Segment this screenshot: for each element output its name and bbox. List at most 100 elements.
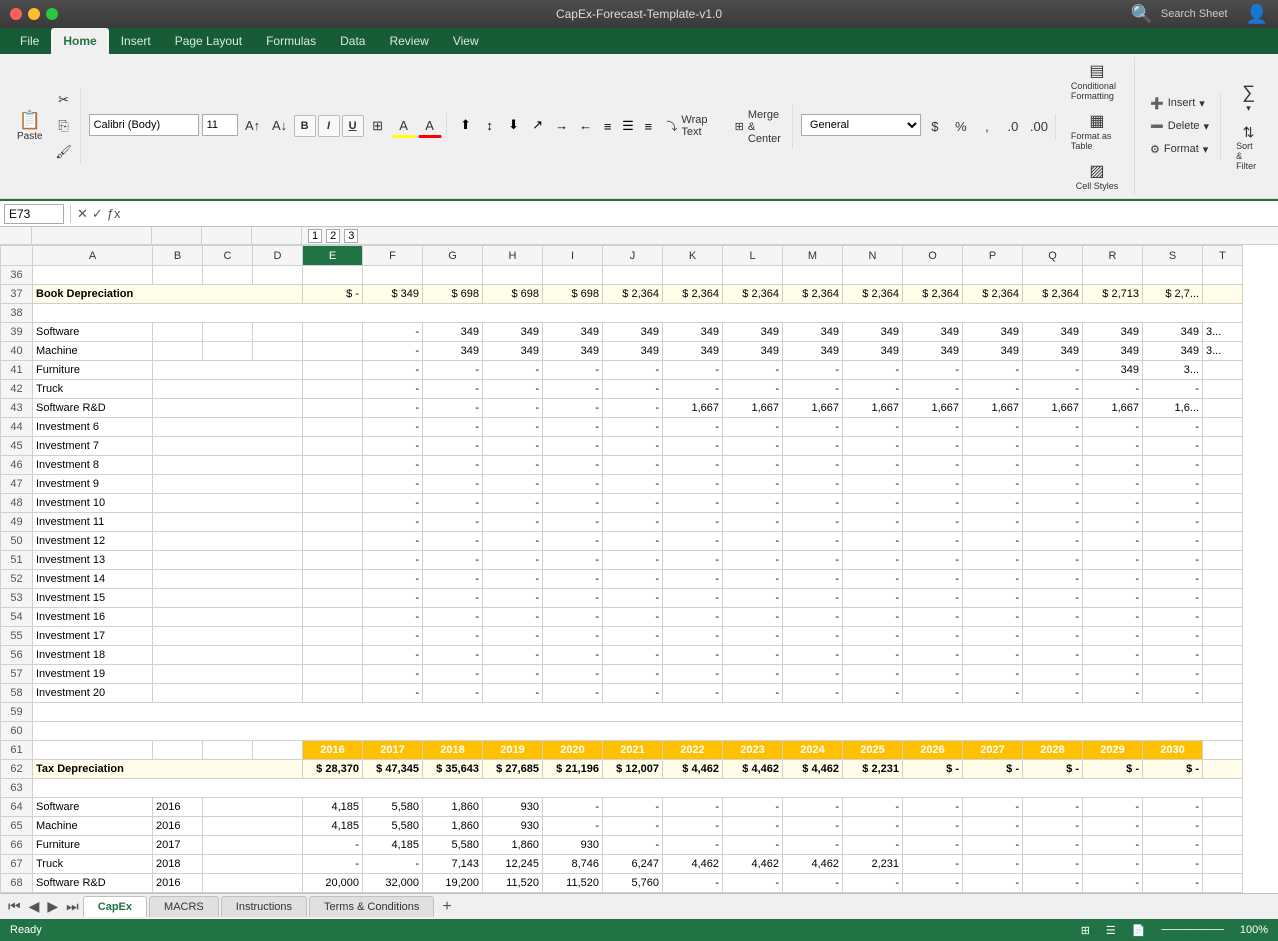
col-header-D[interactable]: D: [253, 246, 303, 266]
cell-L37[interactable]: $ 2,364: [723, 285, 783, 304]
cell-P65[interactable]: -: [963, 817, 1023, 836]
cell-A64[interactable]: Software: [33, 798, 153, 817]
cell-Q41[interactable]: -: [1023, 361, 1083, 380]
cell-I64[interactable]: -: [543, 798, 603, 817]
wrap-text-button[interactable]: ⤵ Wrap Text: [659, 110, 725, 142]
conditional-formatting-button[interactable]: ▤ Conditional Formatting: [1064, 57, 1130, 105]
cell-M40[interactable]: 349: [783, 342, 843, 361]
cell-E42[interactable]: [303, 380, 363, 399]
cell-S37[interactable]: $ 2,7...: [1143, 285, 1203, 304]
cell-P66[interactable]: -: [963, 836, 1023, 855]
cell-CD67[interactable]: [203, 855, 303, 874]
cell-N42[interactable]: -: [843, 380, 903, 399]
col-header-S[interactable]: S: [1143, 246, 1203, 266]
cell-T62[interactable]: [1203, 760, 1243, 779]
view-page-icon[interactable]: ☰: [1106, 924, 1116, 937]
cell-N65[interactable]: -: [843, 817, 903, 836]
formula-input[interactable]: [125, 206, 1274, 222]
cell-O62[interactable]: $ -: [903, 760, 963, 779]
col-header-O[interactable]: O: [903, 246, 963, 266]
cell-L65[interactable]: -: [723, 817, 783, 836]
cell-A56[interactable]: Investment 18: [33, 646, 153, 665]
cell-E68[interactable]: 20,000: [303, 874, 363, 893]
cell-I42[interactable]: -: [543, 380, 603, 399]
cell-I36[interactable]: [543, 266, 603, 285]
cell-Q66[interactable]: -: [1023, 836, 1083, 855]
cell-I43[interactable]: -: [543, 399, 603, 418]
cell-R68[interactable]: -: [1083, 874, 1143, 893]
cell-A39[interactable]: Software: [33, 323, 153, 342]
cell-R42[interactable]: -: [1083, 380, 1143, 399]
col-header-Q[interactable]: Q: [1023, 246, 1083, 266]
cell-T43[interactable]: [1203, 399, 1243, 418]
cell-Q67[interactable]: -: [1023, 855, 1083, 874]
cell-Q61[interactable]: 2028: [1023, 741, 1083, 760]
number-format-select[interactable]: General: [801, 114, 921, 136]
cell-G61[interactable]: 2018: [423, 741, 483, 760]
cell-N36[interactable]: [843, 266, 903, 285]
cell-J37[interactable]: $ 2,364: [603, 285, 663, 304]
cell-A50[interactable]: Investment 12: [33, 532, 153, 551]
cell-A53[interactable]: Investment 15: [33, 589, 153, 608]
cell-H39[interactable]: 349: [483, 323, 543, 342]
cell-F43[interactable]: -: [363, 399, 423, 418]
cell-N40[interactable]: 349: [843, 342, 903, 361]
cell-G39[interactable]: 349: [423, 323, 483, 342]
cell-Q62[interactable]: $ -: [1023, 760, 1083, 779]
cell-O68[interactable]: -: [903, 874, 963, 893]
cell-R39[interactable]: 349: [1083, 323, 1143, 342]
cell-H37[interactable]: $ 698: [483, 285, 543, 304]
view-layout-icon[interactable]: 📄: [1132, 924, 1146, 937]
cell-B39[interactable]: [153, 323, 203, 342]
sheet-tab-capex[interactable]: CapEx: [83, 896, 147, 917]
cell-J42[interactable]: -: [603, 380, 663, 399]
align-right-button[interactable]: ≡: [639, 115, 657, 137]
maximize-button[interactable]: [46, 8, 58, 20]
cell-A43[interactable]: Software R&D: [33, 399, 153, 418]
cell-B61[interactable]: [153, 741, 203, 760]
cell-G37[interactable]: $ 698: [423, 285, 483, 304]
cell-P43[interactable]: 1,667: [963, 399, 1023, 418]
cell-Q42[interactable]: -: [1023, 380, 1083, 399]
cell-P64[interactable]: -: [963, 798, 1023, 817]
cell-S61[interactable]: 2030: [1143, 741, 1203, 760]
minimize-button[interactable]: [28, 8, 40, 20]
cell-J62[interactable]: $ 12,007: [603, 760, 663, 779]
cell-I39[interactable]: 349: [543, 323, 603, 342]
cell-H64[interactable]: 930: [483, 798, 543, 817]
cell-A42[interactable]: Truck: [33, 380, 153, 399]
tab-data[interactable]: Data: [328, 28, 377, 54]
cell-J65[interactable]: -: [603, 817, 663, 836]
cell-A57[interactable]: Investment 19: [33, 665, 153, 684]
percent-button[interactable]: %: [949, 114, 973, 138]
cell-R36[interactable]: [1083, 266, 1143, 285]
cell-A49[interactable]: Investment 11: [33, 513, 153, 532]
cell-D36[interactable]: [253, 266, 303, 285]
cell-R40[interactable]: 349: [1083, 342, 1143, 361]
cell-G36[interactable]: [423, 266, 483, 285]
cell-O39[interactable]: 349: [903, 323, 963, 342]
cell-A58[interactable]: Investment 20: [33, 684, 153, 703]
cell-B65[interactable]: 2016: [153, 817, 203, 836]
cell-A37[interactable]: Book Depreciation: [33, 285, 303, 304]
zoom-slider[interactable]: ────────: [1162, 924, 1224, 936]
tab-home[interactable]: Home: [51, 28, 108, 54]
cell-J68[interactable]: 5,760: [603, 874, 663, 893]
cell-F41[interactable]: -: [363, 361, 423, 380]
cell-P67[interactable]: -: [963, 855, 1023, 874]
group-btn-1[interactable]: 1: [308, 229, 322, 243]
cell-G68[interactable]: 19,200: [423, 874, 483, 893]
increase-decimal-button[interactable]: .00: [1027, 114, 1051, 138]
cell-A66[interactable]: Furniture: [33, 836, 153, 855]
sum-button[interactable]: ∑ ▾: [1229, 78, 1268, 118]
add-sheet-button[interactable]: +: [436, 896, 457, 918]
col-header-R[interactable]: R: [1083, 246, 1143, 266]
cell-P42[interactable]: -: [963, 380, 1023, 399]
cell-L43[interactable]: 1,667: [723, 399, 783, 418]
tab-page-layout[interactable]: Page Layout: [163, 28, 254, 54]
cell-R64[interactable]: -: [1083, 798, 1143, 817]
cell-O42[interactable]: -: [903, 380, 963, 399]
cell-A45[interactable]: Investment 7: [33, 437, 153, 456]
cell-CD64[interactable]: [203, 798, 303, 817]
cell-M62[interactable]: $ 4,462: [783, 760, 843, 779]
